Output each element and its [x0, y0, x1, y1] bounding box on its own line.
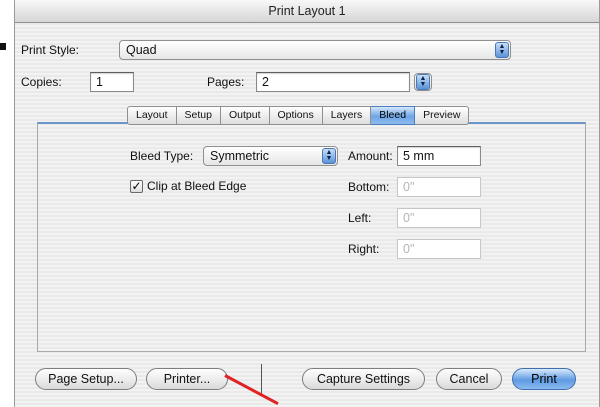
print-dialog: Print Layout 1 Print Style: Quad ▲ ▼ Copi…	[14, 0, 600, 407]
tab-preview[interactable]: Preview	[415, 106, 470, 125]
capture-settings-button[interactable]: Capture Settings	[302, 368, 425, 390]
popup-arrows-icon: ▲ ▼	[495, 42, 509, 58]
amount-label: Amount:	[348, 149, 393, 163]
bleed-type-label: Bleed Type:	[130, 149, 194, 163]
tab-setup[interactable]: Setup	[176, 106, 221, 125]
bleed-type-popup[interactable]: Symmetric ▲ ▼	[203, 146, 338, 166]
copies-label: Copies:	[21, 75, 62, 89]
tab-bleed[interactable]: Bleed	[371, 106, 416, 125]
print-style-label: Print Style:	[21, 43, 80, 57]
right-label: Right:	[348, 242, 380, 256]
tab-layout[interactable]: Layout	[127, 106, 177, 125]
cancel-button[interactable]: Cancel	[436, 368, 502, 390]
button-separator	[261, 364, 262, 394]
printer-button[interactable]: Printer...	[146, 368, 228, 390]
pages-menu-button[interactable]: ▲ ▼	[414, 73, 432, 91]
bottom-label: Bottom:	[348, 180, 390, 194]
pages-field[interactable]: 2	[256, 72, 410, 92]
pages-label: Pages:	[207, 75, 245, 89]
bleed-panel: Bleed Type: Symmetric ▲ ▼ Amount: 5 mm ✓ …	[37, 122, 586, 352]
amount-field[interactable]: 5 mm	[397, 146, 481, 166]
tab-options[interactable]: Options	[269, 106, 323, 125]
copies-field[interactable]: 1	[90, 72, 134, 92]
bottom-field: 0"	[397, 177, 481, 197]
popup-arrows-icon: ▲ ▼	[322, 148, 336, 164]
print-style-value: Quad	[126, 43, 157, 57]
page-setup-button[interactable]: Page Setup...	[35, 368, 137, 390]
stray-dot	[0, 43, 6, 50]
tab-output[interactable]: Output	[220, 106, 270, 125]
tab-bar: Layout Setup Output Options Layers Bleed…	[127, 106, 470, 125]
bleed-type-value: Symmetric	[210, 149, 270, 163]
annotation-arrow-icon	[224, 374, 279, 405]
clip-checkbox-check-icon[interactable]: ✓	[130, 180, 143, 193]
print-button[interactable]: Print	[512, 368, 576, 390]
left-label: Left:	[348, 211, 372, 225]
print-style-popup[interactable]: Quad ▲ ▼	[119, 40, 511, 60]
right-field: 0"	[397, 239, 481, 259]
left-field: 0"	[397, 208, 481, 228]
popup-arrows-icon: ▲ ▼	[416, 74, 430, 90]
window-title: Print Layout 1	[15, 0, 599, 23]
clip-at-bleed-edge-label: Clip at Bleed Edge	[147, 179, 247, 193]
tab-layers[interactable]: Layers	[322, 106, 372, 125]
